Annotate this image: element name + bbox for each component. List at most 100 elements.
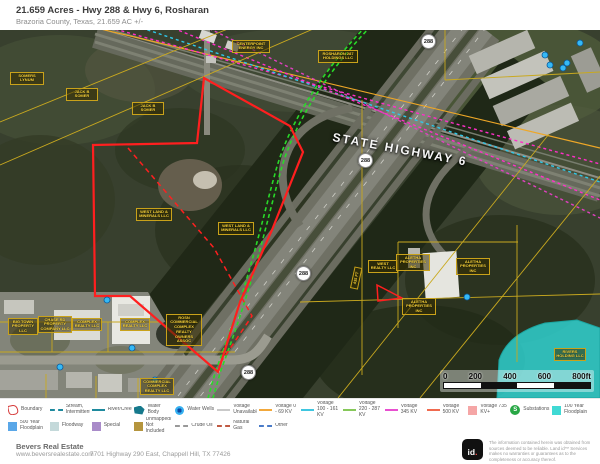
legend-label: Voltage 345 KV bbox=[401, 404, 425, 416]
page-title: 21.659 Acres - Hwy 288 & Hwy 6, Rosharan bbox=[16, 5, 209, 16]
scale-tick: 600 bbox=[538, 372, 551, 381]
landid-logo: id. bbox=[462, 439, 483, 460]
scale-tick: 200 bbox=[469, 372, 482, 381]
parcel-label: ROSN COMMERCIAL COMPLEX REALTY OWNERS AS… bbox=[166, 314, 202, 346]
water-well-icon bbox=[577, 40, 583, 46]
legend-label: Natural Gas bbox=[233, 420, 257, 432]
logo-dot: . bbox=[475, 447, 477, 457]
parcel-label: WEST LAND & MINERALS LLC bbox=[136, 208, 172, 221]
legend-item-voltage-345: Voltage 345 KV bbox=[385, 404, 425, 416]
river-creek-swatch bbox=[92, 409, 105, 411]
legend-item-floodplain-100yr: 100 Year Floodplain bbox=[552, 404, 592, 416]
water-wells-swatch bbox=[175, 406, 184, 415]
parcel-label: ALETHA PROPERTIES INC bbox=[396, 254, 430, 271]
legend-label: Water Wells bbox=[187, 407, 214, 413]
legend-item-unmapped: Unmapped/ Not Included bbox=[134, 417, 174, 434]
legend-label: River/Creek bbox=[108, 407, 132, 413]
page: 21.659 Acres - Hwy 288 & Hwy 6, Rosharan… bbox=[0, 0, 600, 464]
logo-text: id bbox=[468, 447, 476, 457]
boundary-swatch bbox=[8, 405, 19, 415]
other-swatch bbox=[259, 425, 272, 427]
floodplain-500yr-swatch bbox=[8, 422, 17, 431]
legend-item-special: Special bbox=[92, 422, 132, 431]
scale-tick: 800ft bbox=[572, 372, 591, 381]
scale-bar bbox=[443, 382, 591, 389]
scale-labels: 0200400600800ft bbox=[443, 372, 591, 381]
legend-label: Boundary bbox=[21, 407, 42, 413]
voltage-100-161-swatch bbox=[301, 409, 314, 411]
legend-row-2: 500 Year Floodplain Floodway Special Unmapp… bbox=[0, 418, 600, 434]
legend-item-boundary: Boundary bbox=[8, 405, 48, 415]
water-well-icon bbox=[464, 294, 470, 300]
highway-shield: 288 bbox=[296, 266, 311, 281]
legend-label: Voltage 500 KV bbox=[443, 404, 467, 416]
aerial-map: STATE HIGHWAY 6 288288288288 SOMERS LYNU… bbox=[0, 30, 600, 398]
legend-label: Unmapped/ Not Included bbox=[146, 417, 174, 434]
legend-label: Stream, Intermittent bbox=[66, 404, 90, 416]
disclaimer-text: The information contained herein was obt… bbox=[489, 440, 593, 463]
legend-label: 500 Year Floodplain bbox=[20, 420, 48, 432]
company-address: 7701 Highway 290 East, Chappell Hill, TX… bbox=[90, 451, 230, 458]
water-body-swatch bbox=[134, 406, 145, 415]
page-subtitle: Brazoria County, Texas, 21.659 AC +/- bbox=[16, 17, 143, 26]
company-name: Bevers Real Estate bbox=[16, 442, 84, 451]
highway-shield: 288 bbox=[358, 153, 373, 168]
legend-label: Other bbox=[275, 423, 288, 429]
parcel-label: JACK B SOMER bbox=[132, 102, 164, 115]
legend-row-1: BoundaryStream, IntermittentRiver/CreekW… bbox=[0, 402, 600, 418]
parcel-label: WEST REALTY LLC bbox=[368, 260, 398, 273]
highway-shield: 288 bbox=[421, 34, 436, 49]
legend-item-natural-gas: Natural Gas bbox=[217, 420, 257, 432]
legend-item-voltage-220-287: Voltage 220 - 287 KV bbox=[343, 401, 383, 418]
legend-item-river-creek: River/Creek bbox=[92, 407, 132, 413]
floodway-swatch bbox=[50, 422, 59, 431]
parcel-label: CENTERPOINT ENERGY INC bbox=[232, 40, 270, 53]
legend-label: Substations bbox=[523, 407, 549, 413]
legend-item-water-wells: Water Wells bbox=[175, 406, 215, 415]
special-swatch bbox=[92, 422, 101, 431]
parcel-label: RIVERS HOLDING LLC bbox=[554, 348, 586, 361]
parcel-label: WEST LAND & MINERALS LLC bbox=[218, 222, 254, 235]
legend-item-floodway: Floodway bbox=[50, 422, 90, 431]
voltage-345-swatch bbox=[385, 409, 398, 411]
parcel-label: ROSHARON 287 HOLDINGS LLC bbox=[318, 50, 358, 63]
stream-intermittent-swatch bbox=[50, 409, 63, 411]
legend-label: Voltage 100 - 161 KV bbox=[317, 401, 341, 418]
legend-item-other: Other bbox=[259, 423, 299, 429]
parcel-label: ALETHA PROPERTIES INC bbox=[456, 258, 490, 275]
legend-label: Voltage 220 - 287 KV bbox=[359, 401, 383, 418]
unmapped-swatch bbox=[134, 422, 143, 431]
parcel-label: JACK B SOMER bbox=[66, 88, 98, 101]
voltage-unavailable-swatch bbox=[217, 409, 230, 411]
map-canvas bbox=[0, 30, 600, 398]
highway-shield: 288 bbox=[241, 365, 256, 380]
legend-item-voltage-0-69: Voltage 0 - 69 KV bbox=[259, 404, 299, 416]
legend-item-voltage-unavailable: Voltage Unavailable bbox=[217, 404, 257, 416]
parcel-label: COMMERCIAL COMPLEX REALTY LLC bbox=[140, 378, 174, 395]
parcel-label: ALETHA PROPERTIES INC bbox=[402, 298, 436, 315]
parcel-label: COMPLEX REALTY LLC bbox=[120, 318, 150, 331]
natural-gas-swatch bbox=[217, 425, 230, 427]
legend-item-voltage-735: Voltage 735 KV+ bbox=[468, 404, 508, 416]
water-well-icon bbox=[57, 364, 63, 370]
water-well-icon bbox=[129, 345, 135, 351]
parcel-label: CHASE RD PROPERTY COMPANY LLC bbox=[38, 316, 72, 333]
parcel-label: COMPLEX REALTY LLC bbox=[72, 318, 102, 331]
legend-item-floodplain-500yr: 500 Year Floodplain bbox=[8, 420, 48, 432]
water-well-icon bbox=[560, 65, 566, 71]
company-website-link[interactable]: www.beversrealestate.com bbox=[16, 451, 94, 458]
legend-item-substations: SSubstations bbox=[510, 405, 550, 415]
water-well-icon bbox=[104, 297, 110, 303]
legend-item-water-body: Water Body bbox=[134, 404, 174, 416]
voltage-500-swatch bbox=[427, 409, 440, 411]
substations-swatch: S bbox=[510, 405, 520, 415]
legend-label: Special bbox=[104, 423, 120, 429]
legend-label: 100 Year Floodplain bbox=[564, 404, 592, 416]
legend-item-stream-intermittent: Stream, Intermittent bbox=[50, 404, 90, 416]
legend: BoundaryStream, IntermittentRiver/CreekW… bbox=[0, 398, 600, 435]
legend-label: Floodway bbox=[62, 423, 83, 429]
scale-tick: 400 bbox=[503, 372, 516, 381]
crude-oil-swatch bbox=[175, 425, 188, 427]
legend-label: Voltage 735 KV+ bbox=[480, 404, 508, 416]
legend-label: Voltage 0 - 69 KV bbox=[275, 404, 299, 416]
